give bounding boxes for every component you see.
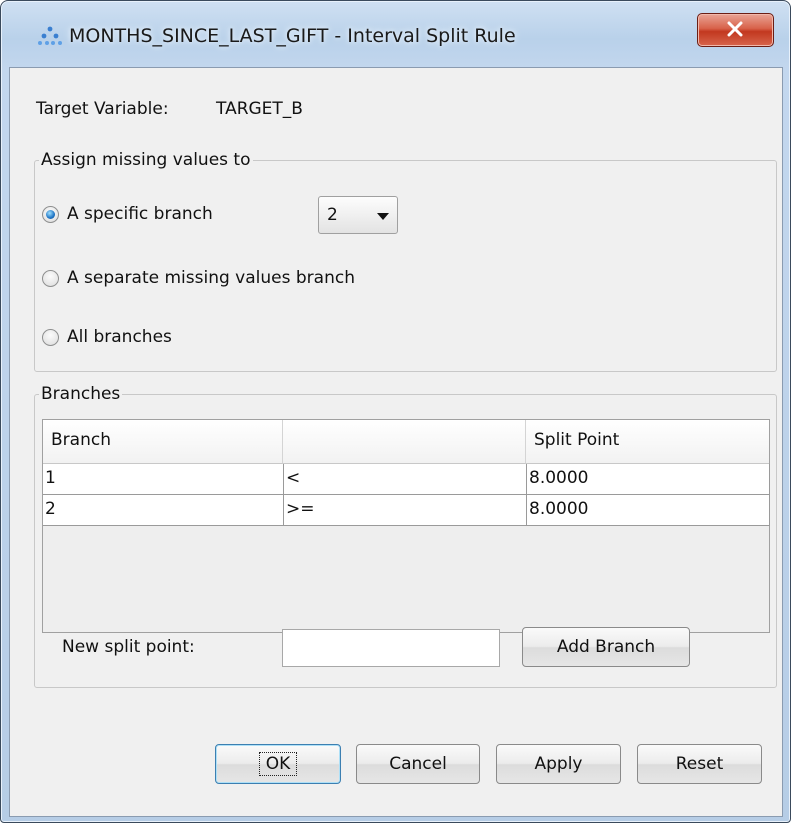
radio-all-branches-label: All branches bbox=[67, 327, 172, 347]
new-split-point-input[interactable] bbox=[282, 629, 500, 667]
radio-specific-branch[interactable]: A specific branch bbox=[42, 200, 213, 228]
branches-table: Branch Split Point 1 < 8.0000 2 >= 8.000… bbox=[42, 419, 770, 633]
radio-specific-branch-label: A specific branch bbox=[67, 204, 213, 224]
radio-all-branches[interactable]: All branches bbox=[42, 323, 172, 351]
window-title: MONTHS_SINCE_LAST_GIFT - Interval Split … bbox=[69, 25, 516, 47]
cancel-button[interactable]: Cancel bbox=[356, 744, 480, 784]
app-icon bbox=[38, 26, 62, 45]
column-header-operator[interactable] bbox=[283, 420, 526, 464]
new-split-point-label: New split point: bbox=[62, 637, 195, 657]
radio-separate-missing-branch[interactable]: A separate missing values branch bbox=[42, 264, 355, 292]
branch-select-value: 2 bbox=[327, 205, 338, 225]
dialog-content: Target Variable: TARGET_B Assign missing… bbox=[9, 67, 783, 817]
apply-button[interactable]: Apply bbox=[496, 744, 621, 784]
branches-legend: Branches bbox=[39, 383, 123, 405]
table-cell[interactable]: >= bbox=[284, 495, 527, 526]
reset-button[interactable]: Reset bbox=[637, 744, 762, 784]
table-cell[interactable]: 8.0000 bbox=[527, 495, 770, 526]
table-cell[interactable]: < bbox=[284, 464, 527, 495]
close-button[interactable] bbox=[697, 13, 774, 47]
add-branch-button[interactable]: Add Branch bbox=[522, 627, 690, 667]
table-cell[interactable]: 2 bbox=[43, 495, 284, 526]
missing-values-legend: Assign missing values to bbox=[39, 149, 253, 171]
table-cell[interactable]: 1 bbox=[43, 464, 284, 495]
dropdown-arrow-icon bbox=[377, 213, 389, 220]
branch-select[interactable]: 2 bbox=[318, 196, 398, 234]
table-cell[interactable]: 8.0000 bbox=[527, 464, 770, 495]
ok-button[interactable]: OK bbox=[215, 744, 341, 784]
dialog-window: MONTHS_SINCE_LAST_GIFT - Interval Split … bbox=[0, 0, 791, 823]
close-icon bbox=[727, 21, 743, 37]
radio-button[interactable] bbox=[42, 328, 59, 346]
radio-button-selected[interactable] bbox=[42, 205, 59, 223]
title-bar[interactable]: MONTHS_SINCE_LAST_GIFT - Interval Split … bbox=[9, 1, 783, 67]
target-variable-value: TARGET_B bbox=[216, 99, 303, 119]
target-variable-label: Target Variable: bbox=[36, 99, 169, 119]
radio-button[interactable] bbox=[42, 269, 59, 287]
radio-separate-missing-branch-label: A separate missing values branch bbox=[67, 268, 355, 288]
column-header-branch[interactable]: Branch bbox=[43, 420, 283, 464]
column-header-split-point[interactable]: Split Point bbox=[526, 420, 769, 464]
